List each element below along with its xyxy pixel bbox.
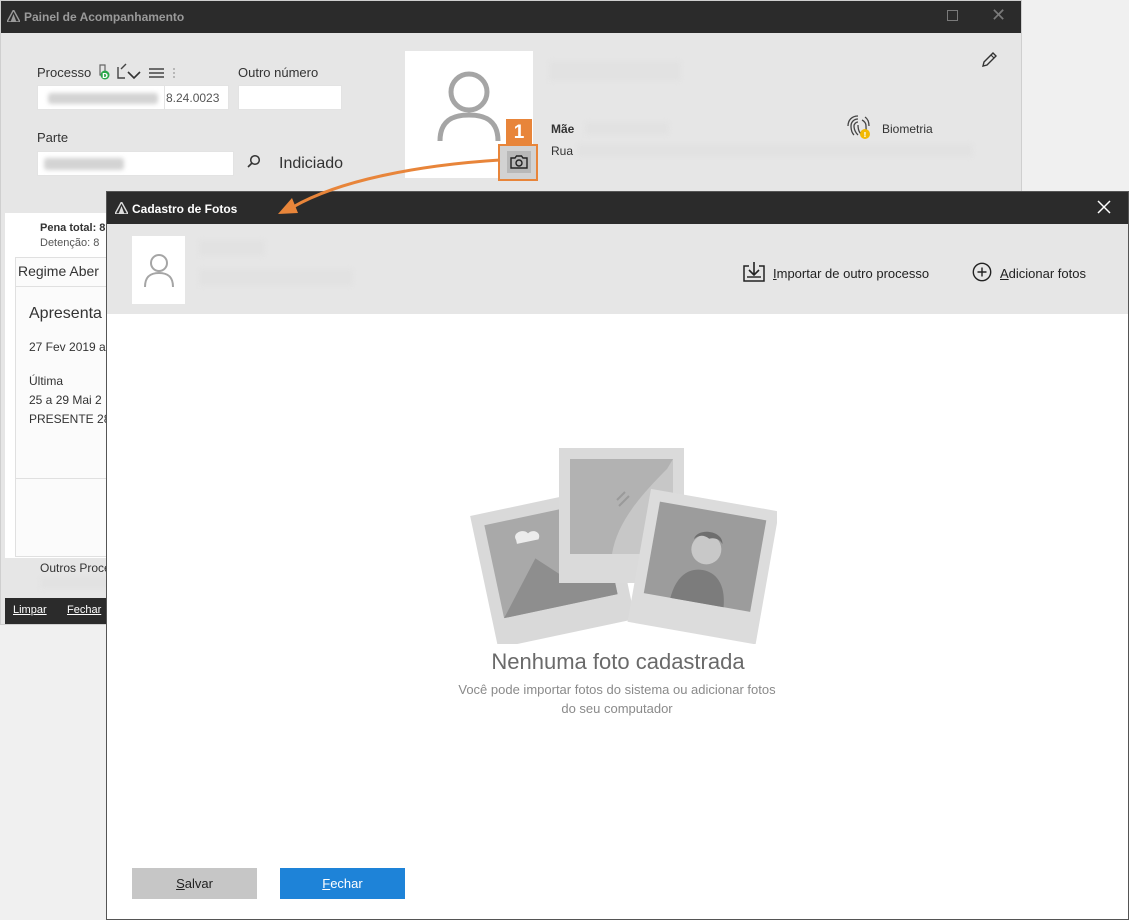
background-close-button[interactable]: ✕: [991, 5, 1006, 26]
background-footer: Limpar Fechar: [5, 598, 108, 624]
biometria-label: Biometria: [882, 122, 933, 136]
maximize-button[interactable]: [947, 10, 958, 21]
outro-numero-label: Outro número: [238, 65, 319, 80]
indiciado-label: Indiciado: [279, 155, 344, 172]
import-from-process-button[interactable]: Importar de outro processo: [743, 262, 929, 285]
parte-input[interactable]: [37, 151, 234, 176]
detencao-text: Detenção: 8: [40, 237, 100, 249]
rua-label: Rua: [551, 144, 574, 158]
fechar-bg-button[interactable]: Fechar: [67, 604, 101, 616]
app-logo-icon: [5, 8, 22, 25]
import-icon: [743, 262, 765, 285]
add-label: dicionar fotos: [1008, 266, 1086, 281]
person-name-blurred: [549, 61, 681, 81]
app-logo-icon: [113, 200, 130, 217]
empty-state-title: Nenhuma foto cadastrada: [491, 649, 745, 674]
camera-icon[interactable]: [507, 151, 531, 173]
document-d-icon[interactable]: D: [98, 63, 112, 86]
person-silhouette-icon: [143, 254, 174, 288]
chevron-down-icon[interactable]: [127, 67, 141, 85]
apresenta-text: Apresenta: [29, 305, 102, 322]
close-label: echar: [330, 876, 363, 891]
date-range-2: 25 a 29 Mai 2: [29, 393, 102, 407]
save-hotkey: S: [176, 876, 185, 891]
photos-content-area: Nenhuma foto cadastrada Você pode import…: [112, 314, 1124, 914]
person-silhouette-icon: [437, 71, 501, 142]
dialog-header: Importar de outro processo Adicionar fot…: [107, 224, 1128, 314]
menu-icon[interactable]: [149, 66, 175, 84]
import-label: mportar de outro processo: [776, 266, 930, 281]
ultima-label: Última: [29, 374, 64, 388]
plus-circle-icon: [972, 262, 992, 285]
close-button[interactable]: Fechar: [280, 868, 405, 899]
camera-button-highlight[interactable]: [498, 144, 538, 181]
add-hotkey: A: [1000, 266, 1009, 281]
pencil-edit-icon[interactable]: [980, 51, 998, 74]
save-button[interactable]: Salvar: [132, 868, 257, 899]
background-titlebar: Painel de Acompanhamento ✕: [1, 1, 1021, 33]
date-range-1: 27 Fev 2019 a: [29, 340, 106, 354]
search-icon[interactable]: [247, 154, 261, 173]
svg-text:D: D: [102, 72, 108, 80]
mae-label: Mãe: [551, 122, 575, 136]
outro-numero-input[interactable]: [238, 85, 342, 110]
avatar: [132, 236, 185, 304]
callout-number-badge: 1: [506, 119, 532, 146]
dialog-title: Cadastro de Fotos: [132, 202, 238, 216]
processo-number-suffix: 8.24.0023: [166, 91, 220, 105]
empty-photos-illustration-icon: [470, 448, 777, 644]
outros-processos-label: Outros Proce: [40, 561, 111, 575]
svg-text:!: !: [863, 131, 866, 139]
dialog-titlebar: Cadastro de Fotos: [107, 192, 1128, 224]
close-hotkey: F: [322, 876, 331, 891]
person-name-blurred: [199, 269, 353, 286]
person-code-blurred: [199, 240, 265, 256]
empty-state-subtitle: Você pode importar fotos do sistema ou a…: [458, 682, 776, 716]
add-photos-button[interactable]: Adicionar fotos: [972, 262, 1086, 285]
regime-text: Regime Aber: [18, 263, 99, 279]
fingerprint-icon[interactable]: !: [846, 114, 874, 145]
presente-text: PRESENTE 28: [29, 412, 111, 426]
save-label: alvar: [184, 876, 213, 891]
regime-card: Regime Aber Apresenta 27 Fev 2019 a Últi…: [15, 257, 115, 557]
dialog-close-button[interactable]: [1097, 200, 1111, 217]
pena-total-text: Pena total: 8: [40, 222, 106, 234]
processo-label: Processo: [37, 65, 92, 80]
limpar-button[interactable]: Limpar: [13, 604, 47, 616]
cadastro-fotos-dialog: Cadastro de Fotos Importar de outro proc…: [106, 191, 1129, 920]
processo-input[interactable]: 8.24.0023: [37, 85, 229, 110]
parte-label: Parte: [37, 130, 69, 145]
background-window-title: Painel de Acompanhamento: [24, 10, 185, 24]
